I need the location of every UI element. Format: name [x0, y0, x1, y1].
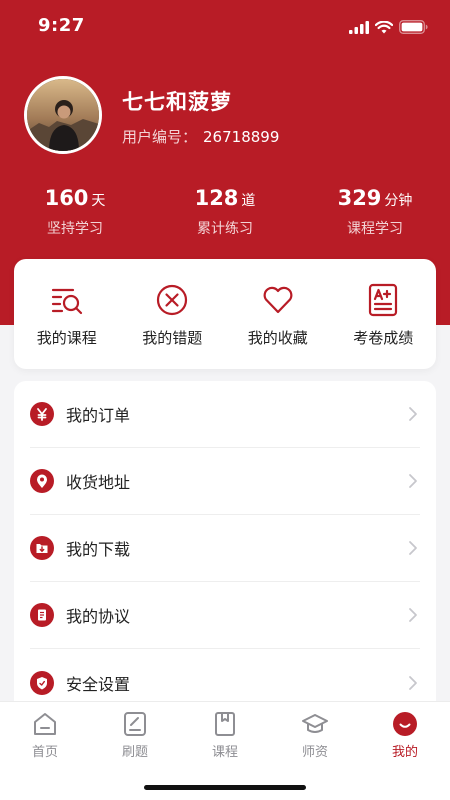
menu-label: 我的协议	[66, 607, 131, 626]
heart-icon	[263, 286, 293, 314]
quick-label: 我的收藏	[247, 329, 308, 347]
tab-label: 课程	[211, 745, 238, 760]
username: 七七和菠萝	[122, 90, 232, 114]
menu-item-downloads[interactable]: 我的下载	[30, 515, 420, 582]
menu-label: 我的下载	[66, 540, 131, 559]
book-icon	[215, 712, 235, 736]
me-icon	[393, 712, 417, 736]
menu-item-agreements[interactable]: 我的协议	[30, 582, 420, 649]
tab-label: 我的	[391, 745, 418, 760]
chevron-right-icon	[409, 608, 417, 622]
stat-label: 坚持学习	[47, 221, 103, 237]
quick-actions-card: 我的课程 我的错题 我的收藏 考卷成绩	[14, 259, 436, 369]
cellular-signal-icon	[349, 20, 369, 34]
stat-study-days[interactable]: 160 天 坚持学习	[0, 186, 150, 242]
menu-item-orders[interactable]: 我的订单	[30, 381, 420, 448]
stat-value: 128	[194, 186, 239, 210]
user-id-value: 26718899	[203, 128, 280, 146]
menu-label: 安全设置	[66, 674, 131, 694]
download-folder-icon	[30, 536, 54, 560]
status-icons	[349, 17, 428, 37]
user-id: 用户编号： 26718899	[122, 126, 279, 147]
stat-unit: 道	[241, 193, 256, 209]
menu-label: 收货地址	[66, 473, 131, 492]
user-id-label: 用户编号：	[122, 128, 198, 146]
status-time: 9:27	[38, 15, 85, 36]
course-list-icon	[51, 288, 82, 315]
stat-practice-count[interactable]: 128 道 累计练习	[150, 186, 300, 242]
quick-favorites[interactable]: 我的收藏	[225, 259, 331, 369]
practice-icon	[124, 712, 146, 736]
avatar-photo	[27, 79, 99, 151]
tab-label: 首页	[31, 745, 58, 760]
stat-course-minutes[interactable]: 329 分钟 课程学习	[300, 186, 450, 242]
stat-value: 160	[44, 186, 89, 210]
location-pin-icon	[30, 469, 54, 493]
learning-stats: 160 天 坚持学习 128 道 累计练习 329 分钟 课程学习	[0, 186, 450, 242]
chevron-right-icon	[409, 407, 417, 421]
quick-label: 我的错题	[142, 329, 203, 347]
menu-list: 我的订单 收货地址 我的下载 我的协议 安全设置	[14, 381, 436, 721]
stat-label: 累计练习	[197, 221, 253, 237]
stat-unit: 天	[91, 193, 106, 209]
quick-label: 我的课程	[36, 329, 97, 347]
quick-my-courses[interactable]: 我的课程	[14, 259, 120, 369]
chevron-right-icon	[409, 675, 417, 690]
avatar[interactable]	[24, 76, 102, 154]
tab-me[interactable]: 我的	[360, 702, 450, 800]
chevron-right-icon	[409, 541, 417, 555]
status-bar: 9:27	[0, 0, 450, 52]
chevron-right-icon	[409, 474, 417, 488]
home-icon	[34, 713, 56, 735]
stat-value: 329	[337, 186, 382, 210]
quick-wrong-questions[interactable]: 我的错题	[120, 259, 226, 369]
tab-label: 师资	[301, 745, 328, 760]
battery-icon	[399, 20, 428, 34]
quick-exam-scores[interactable]: 考卷成绩	[331, 259, 437, 369]
stat-label: 课程学习	[347, 221, 403, 237]
stat-unit: 分钟	[384, 193, 413, 209]
exam-score-icon	[369, 283, 398, 317]
shield-icon	[30, 670, 54, 695]
wrong-question-icon	[157, 284, 188, 316]
tab-label: 刷题	[121, 745, 148, 760]
menu-item-address[interactable]: 收货地址	[30, 448, 420, 515]
graduation-cap-icon	[302, 714, 328, 733]
quick-label: 考卷成绩	[353, 329, 414, 347]
tab-home[interactable]: 首页	[0, 702, 90, 800]
home-indicator	[144, 785, 306, 790]
yen-icon	[30, 402, 54, 426]
wifi-icon	[375, 20, 393, 33]
agreement-icon	[30, 603, 54, 627]
menu-label: 我的订单	[66, 406, 131, 425]
